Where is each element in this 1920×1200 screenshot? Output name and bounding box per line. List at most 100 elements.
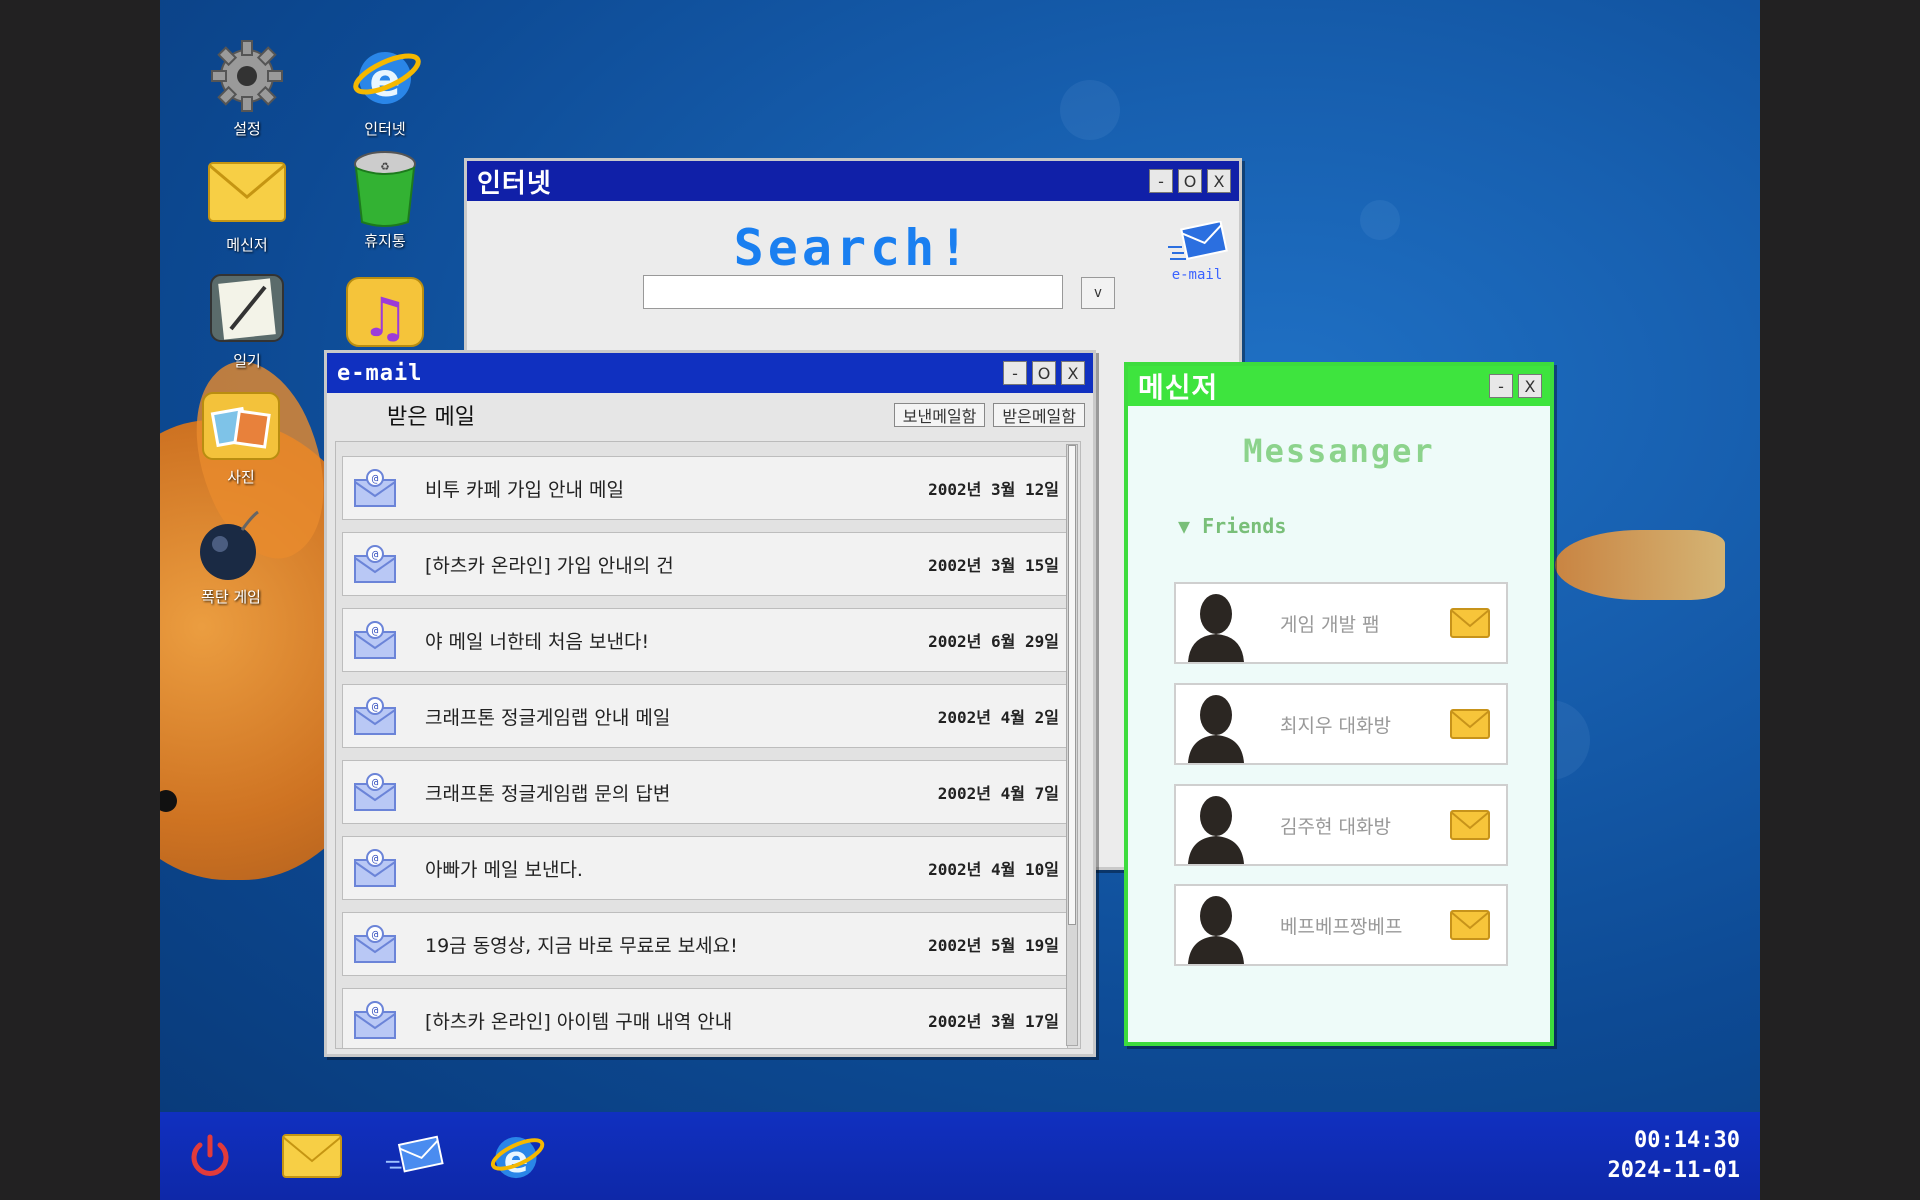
desktop-icon-trash[interactable]: ♻ 휴지통 (325, 148, 445, 251)
email-titlebar[interactable]: e-mail - O X (327, 353, 1093, 393)
envelope-icon[interactable] (1448, 709, 1492, 739)
desktop-icon-bomb-game[interactable]: 폭탄 게임 (171, 504, 291, 607)
power-button[interactable] (170, 1124, 250, 1188)
friend-name: 베프베프짱베프 (1280, 915, 1403, 938)
window-title: 인터넷 (477, 168, 552, 199)
svg-text:@: @ (372, 776, 379, 789)
maximize-button[interactable]: O (1178, 169, 1202, 193)
desktop-icon-diary[interactable]: 일기 (187, 268, 307, 371)
mail-subject: 아빠가 메일 보낸다. (425, 858, 583, 881)
mail-row[interactable]: @ [하츠카 온라인] 가입 안내의 건 2002년 3월 15일 (342, 532, 1068, 596)
svg-text:@: @ (372, 928, 379, 941)
desktop-icon-label: 휴지통 (364, 232, 406, 250)
clock-time: 00:14:30 (1634, 1128, 1740, 1153)
desktop-icon-label: 폭탄 게임 (201, 588, 261, 606)
avatar (1176, 786, 1256, 864)
inbox-header: 받은 메일 보낸메일함 받은메일함 (327, 393, 1093, 437)
svg-text:@: @ (372, 624, 379, 637)
friend-item[interactable]: 베프베프짱베프 (1174, 884, 1508, 966)
mail-icon: @ (351, 772, 399, 812)
mail-row[interactable]: @ 크래프톤 정글게임랩 안내 메일 2002년 4월 2일 (342, 684, 1068, 748)
desktop-icon-music[interactable]: ♫ (325, 272, 445, 354)
mail-row[interactable]: @ [하츠카 온라인] 아이템 구매 내역 안내 2002년 3월 17일 (342, 988, 1068, 1048)
avatar (1176, 886, 1256, 964)
sent-box-button[interactable]: 보낸메일함 (893, 403, 986, 427)
goldfish-tail (1555, 530, 1725, 600)
minimize-button[interactable]: - (1489, 374, 1513, 398)
envelope-icon[interactable] (1448, 608, 1492, 638)
minimize-button[interactable]: - (1003, 361, 1027, 385)
search-input[interactable] (643, 275, 1063, 309)
svg-text:♻: ♻ (381, 158, 390, 174)
gear-icon (207, 36, 287, 116)
mail-list: @ 비투 카페 가입 안내 메일 2002년 3월 12일 @ [하츠카 온라인… (335, 441, 1081, 1049)
mail-row[interactable]: @ 19금 동영상, 지금 바로 무료로 보세요! 2002년 5월 19일 (342, 912, 1068, 976)
right-letterbox (1760, 0, 1920, 1200)
desktop-icon-settings[interactable]: 설정 (187, 36, 307, 139)
desktop-icon-label: 메신저 (226, 236, 268, 254)
desktop-icon-photos[interactable]: 사진 (181, 384, 301, 487)
desktop-icon-label: 설정 (233, 120, 261, 138)
friend-name: 게임 개발 팸 (1280, 613, 1380, 636)
mail-subject: 야 메일 너한테 처음 보낸다! (425, 630, 650, 653)
mail-date: 2002년 4월 7일 (937, 784, 1059, 803)
envelope-icon[interactable] (1448, 910, 1492, 940)
avatar (1176, 685, 1256, 763)
mail-row[interactable]: @ 비투 카페 가입 안내 메일 2002년 3월 12일 (342, 456, 1068, 520)
mail-row[interactable]: @ 야 메일 너한테 처음 보낸다! 2002년 6월 29일 (342, 608, 1068, 672)
taskbar-internet[interactable]: e (476, 1124, 556, 1188)
mail-date: 2002년 6월 29일 (928, 632, 1059, 651)
internet-titlebar[interactable]: 인터넷 - O X (467, 161, 1239, 201)
browser-icon: e (345, 36, 425, 116)
search-dropdown-button[interactable]: v (1081, 277, 1115, 309)
envelope-icon[interactable] (1448, 810, 1492, 840)
email-shortcut[interactable]: e-mail (1161, 221, 1233, 283)
diary-icon (207, 268, 287, 348)
scrollbar-thumb[interactable] (1068, 445, 1076, 925)
friend-name: 김주현 대화방 (1280, 815, 1391, 838)
desktop-icon-label: 인터넷 (364, 120, 406, 138)
mail-icon: @ (351, 696, 399, 736)
friend-item[interactable]: 최지우 대화방 (1174, 683, 1508, 765)
taskbar-messenger[interactable] (272, 1124, 352, 1188)
envelope-icon (207, 152, 287, 232)
desktop-icon-label: 사진 (227, 468, 255, 486)
mail-subject: 크래프톤 정글게임랩 안내 메일 (425, 706, 671, 729)
taskbar-email[interactable] (374, 1124, 454, 1188)
mail-list-scrollbar[interactable] (1066, 444, 1078, 1046)
clock: 00:14:30 2024-11-01 (1608, 1126, 1740, 1186)
mail-date: 2002년 4월 10일 (928, 860, 1059, 879)
power-icon (191, 1134, 229, 1176)
mail-row[interactable]: @ 크래프톤 정글게임랩 문의 답변 2002년 4월 7일 (342, 760, 1068, 824)
messenger-window: 메신저 - X Messanger ▼ Friends 게임 개발 팸 최지우 … (1124, 362, 1554, 1046)
window-title: 메신저 (1138, 371, 1219, 404)
desktop-icon-messenger[interactable]: 메신저 (187, 152, 307, 255)
close-button[interactable]: X (1061, 361, 1085, 385)
mail-subject: 19금 동영상, 지금 바로 무료로 보세요! (425, 934, 738, 957)
desktop-icon-internet[interactable]: e 인터넷 (325, 36, 445, 139)
friend-item[interactable]: 김주현 대화방 (1174, 784, 1508, 866)
music-icon: ♫ (345, 272, 425, 352)
browser-icon: e (490, 1137, 545, 1181)
mail-subject: [하츠카 온라인] 가입 안내의 건 (425, 554, 674, 577)
mail-subject: 비투 카페 가입 안내 메일 (425, 478, 624, 501)
mail-subject: [하츠카 온라인] 아이템 구매 내역 안내 (425, 1010, 733, 1033)
email-window: e-mail - O X 받은 메일 보낸메일함 받은메일함 @ 비투 카페 가… (324, 350, 1096, 1057)
mail-row[interactable]: @ 아빠가 메일 보낸다. 2002년 4월 10일 (342, 836, 1068, 900)
bomb-icon (191, 504, 271, 584)
inbox-title: 받은 메일 (387, 405, 475, 430)
messenger-titlebar[interactable]: 메신저 - X (1128, 366, 1550, 406)
close-button[interactable]: X (1207, 169, 1231, 193)
maximize-button[interactable]: O (1032, 361, 1056, 385)
mail-date: 2002년 4월 2일 (937, 708, 1059, 727)
clock-date: 2024-11-01 (1607, 1158, 1740, 1183)
minimize-button[interactable]: - (1149, 169, 1173, 193)
desktop: 설정 e 인터넷 메신저 ♻ 휴지통 일기 ♫ 사진 폭탄 게임 인터넷 - O… (160, 0, 1760, 1112)
svg-text:@: @ (372, 1004, 379, 1017)
friend-item[interactable]: 게임 개발 팸 (1174, 582, 1508, 664)
mail-icon: @ (351, 924, 399, 964)
mail-icon: @ (351, 544, 399, 584)
inbox-button[interactable]: 받은메일함 (993, 403, 1085, 427)
close-button[interactable]: X (1518, 374, 1542, 398)
friends-group-toggle[interactable]: ▼ Friends (1178, 514, 1286, 538)
